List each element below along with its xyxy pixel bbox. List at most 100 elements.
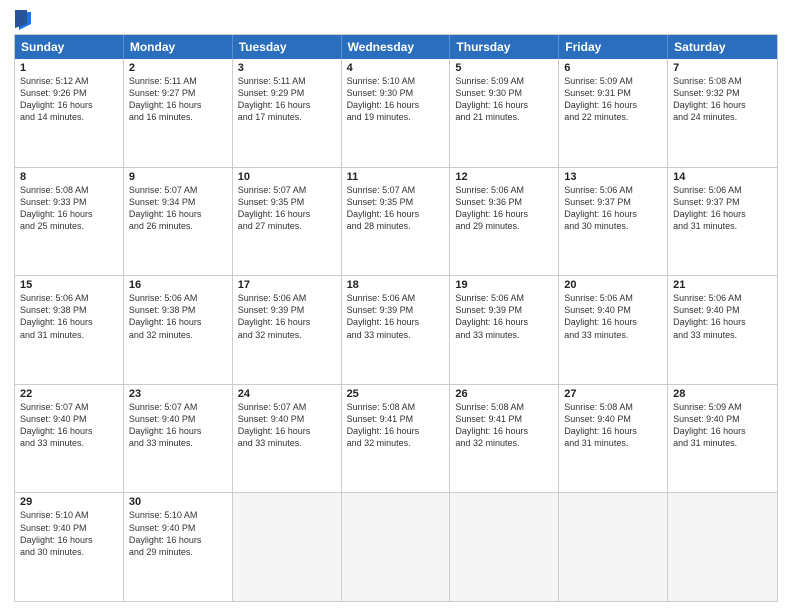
calendar-cell-16: 16Sunrise: 5:06 AMSunset: 9:38 PMDayligh… [124, 276, 233, 384]
day-number: 21 [673, 279, 772, 291]
cell-line: Sunrise: 5:06 AM [347, 292, 445, 304]
calendar-cell-25: 25Sunrise: 5:08 AMSunset: 9:41 PMDayligh… [342, 385, 451, 493]
day-number: 8 [20, 171, 118, 183]
day-number: 16 [129, 279, 227, 291]
cell-line: Sunset: 9:40 PM [20, 522, 118, 534]
cell-line: Sunset: 9:38 PM [20, 304, 118, 316]
cell-line: Daylight: 16 hours [129, 534, 227, 546]
day-number: 6 [564, 62, 662, 74]
logo-icon [15, 10, 31, 30]
cell-line: Daylight: 16 hours [238, 208, 336, 220]
cell-line: Daylight: 16 hours [564, 316, 662, 328]
cell-line: Sunrise: 5:08 AM [455, 401, 553, 413]
cell-line: Daylight: 16 hours [347, 316, 445, 328]
cell-line: Sunrise: 5:09 AM [455, 75, 553, 87]
cell-line: and 21 minutes. [455, 111, 553, 123]
logo-text [14, 10, 31, 30]
cell-line: and 32 minutes. [129, 329, 227, 341]
cell-line: Sunrise: 5:06 AM [673, 292, 772, 304]
cell-line: Daylight: 16 hours [20, 534, 118, 546]
calendar: SundayMondayTuesdayWednesdayThursdayFrid… [14, 34, 778, 602]
cell-line: Sunrise: 5:07 AM [20, 401, 118, 413]
calendar-cell-21: 21Sunrise: 5:06 AMSunset: 9:40 PMDayligh… [668, 276, 777, 384]
cell-line: and 26 minutes. [129, 220, 227, 232]
calendar-cell-30: 30Sunrise: 5:10 AMSunset: 9:40 PMDayligh… [124, 493, 233, 601]
cell-line: Sunrise: 5:08 AM [347, 401, 445, 413]
cell-line: and 24 minutes. [673, 111, 772, 123]
day-number: 4 [347, 62, 445, 74]
calendar-cell-4: 4Sunrise: 5:10 AMSunset: 9:30 PMDaylight… [342, 59, 451, 167]
cell-line: Sunset: 9:35 PM [238, 196, 336, 208]
cell-line: Sunrise: 5:08 AM [564, 401, 662, 413]
cell-line: Sunrise: 5:06 AM [455, 184, 553, 196]
calendar-cell-12: 12Sunrise: 5:06 AMSunset: 9:36 PMDayligh… [450, 168, 559, 276]
cell-line: Daylight: 16 hours [129, 316, 227, 328]
cell-line: and 29 minutes. [129, 546, 227, 558]
cell-line: Sunset: 9:40 PM [564, 413, 662, 425]
day-number: 27 [564, 388, 662, 400]
header-day-friday: Friday [559, 35, 668, 59]
day-number: 10 [238, 171, 336, 183]
calendar-cell-14: 14Sunrise: 5:06 AMSunset: 9:37 PMDayligh… [668, 168, 777, 276]
cell-line: Sunset: 9:27 PM [129, 87, 227, 99]
day-number: 14 [673, 171, 772, 183]
cell-line: and 31 minutes. [673, 220, 772, 232]
header-day-thursday: Thursday [450, 35, 559, 59]
day-number: 2 [129, 62, 227, 74]
cell-line: and 16 minutes. [129, 111, 227, 123]
cell-line: Daylight: 16 hours [20, 316, 118, 328]
calendar-cell-1: 1Sunrise: 5:12 AMSunset: 9:26 PMDaylight… [15, 59, 124, 167]
cell-line: Sunset: 9:40 PM [129, 522, 227, 534]
cell-line: Daylight: 16 hours [347, 425, 445, 437]
cell-line: Sunset: 9:34 PM [129, 196, 227, 208]
cell-line: Daylight: 16 hours [673, 99, 772, 111]
cell-line: Sunset: 9:39 PM [347, 304, 445, 316]
calendar-cell-8: 8Sunrise: 5:08 AMSunset: 9:33 PMDaylight… [15, 168, 124, 276]
cell-line: Sunset: 9:40 PM [238, 413, 336, 425]
header-day-tuesday: Tuesday [233, 35, 342, 59]
cell-line: Daylight: 16 hours [564, 425, 662, 437]
calendar-cell-empty-4-4 [450, 493, 559, 601]
cell-line: and 19 minutes. [347, 111, 445, 123]
calendar-cell-empty-4-5 [559, 493, 668, 601]
cell-line: Daylight: 16 hours [564, 99, 662, 111]
cell-line: Sunrise: 5:09 AM [564, 75, 662, 87]
cell-line: Daylight: 16 hours [455, 99, 553, 111]
cell-line: Sunset: 9:40 PM [20, 413, 118, 425]
cell-line: and 33 minutes. [347, 329, 445, 341]
cell-line: and 32 minutes. [238, 329, 336, 341]
cell-line: Sunset: 9:38 PM [129, 304, 227, 316]
day-number: 25 [347, 388, 445, 400]
day-number: 22 [20, 388, 118, 400]
cell-line: Sunrise: 5:06 AM [20, 292, 118, 304]
cell-line: Sunrise: 5:06 AM [129, 292, 227, 304]
calendar-row-4: 29Sunrise: 5:10 AMSunset: 9:40 PMDayligh… [15, 492, 777, 601]
header [14, 10, 778, 26]
cell-line: Daylight: 16 hours [455, 316, 553, 328]
cell-line: Sunset: 9:26 PM [20, 87, 118, 99]
cell-line: Sunset: 9:30 PM [455, 87, 553, 99]
day-number: 19 [455, 279, 553, 291]
cell-line: Sunrise: 5:06 AM [673, 184, 772, 196]
cell-line: and 33 minutes. [238, 437, 336, 449]
calendar-cell-29: 29Sunrise: 5:10 AMSunset: 9:40 PMDayligh… [15, 493, 124, 601]
header-day-saturday: Saturday [668, 35, 777, 59]
cell-line: and 14 minutes. [20, 111, 118, 123]
cell-line: Daylight: 16 hours [238, 425, 336, 437]
calendar-cell-17: 17Sunrise: 5:06 AMSunset: 9:39 PMDayligh… [233, 276, 342, 384]
calendar-header: SundayMondayTuesdayWednesdayThursdayFrid… [15, 35, 777, 59]
cell-line: Sunset: 9:39 PM [238, 304, 336, 316]
cell-line: and 22 minutes. [564, 111, 662, 123]
cell-line: Sunrise: 5:10 AM [347, 75, 445, 87]
cell-line: Sunset: 9:40 PM [673, 413, 772, 425]
cell-line: and 30 minutes. [564, 220, 662, 232]
cell-line: Daylight: 16 hours [347, 208, 445, 220]
calendar-cell-5: 5Sunrise: 5:09 AMSunset: 9:30 PMDaylight… [450, 59, 559, 167]
day-number: 7 [673, 62, 772, 74]
calendar-cell-11: 11Sunrise: 5:07 AMSunset: 9:35 PMDayligh… [342, 168, 451, 276]
calendar-cell-empty-4-3 [342, 493, 451, 601]
calendar-cell-20: 20Sunrise: 5:06 AMSunset: 9:40 PMDayligh… [559, 276, 668, 384]
calendar-cell-24: 24Sunrise: 5:07 AMSunset: 9:40 PMDayligh… [233, 385, 342, 493]
cell-line: and 31 minutes. [20, 329, 118, 341]
logo [14, 10, 31, 26]
